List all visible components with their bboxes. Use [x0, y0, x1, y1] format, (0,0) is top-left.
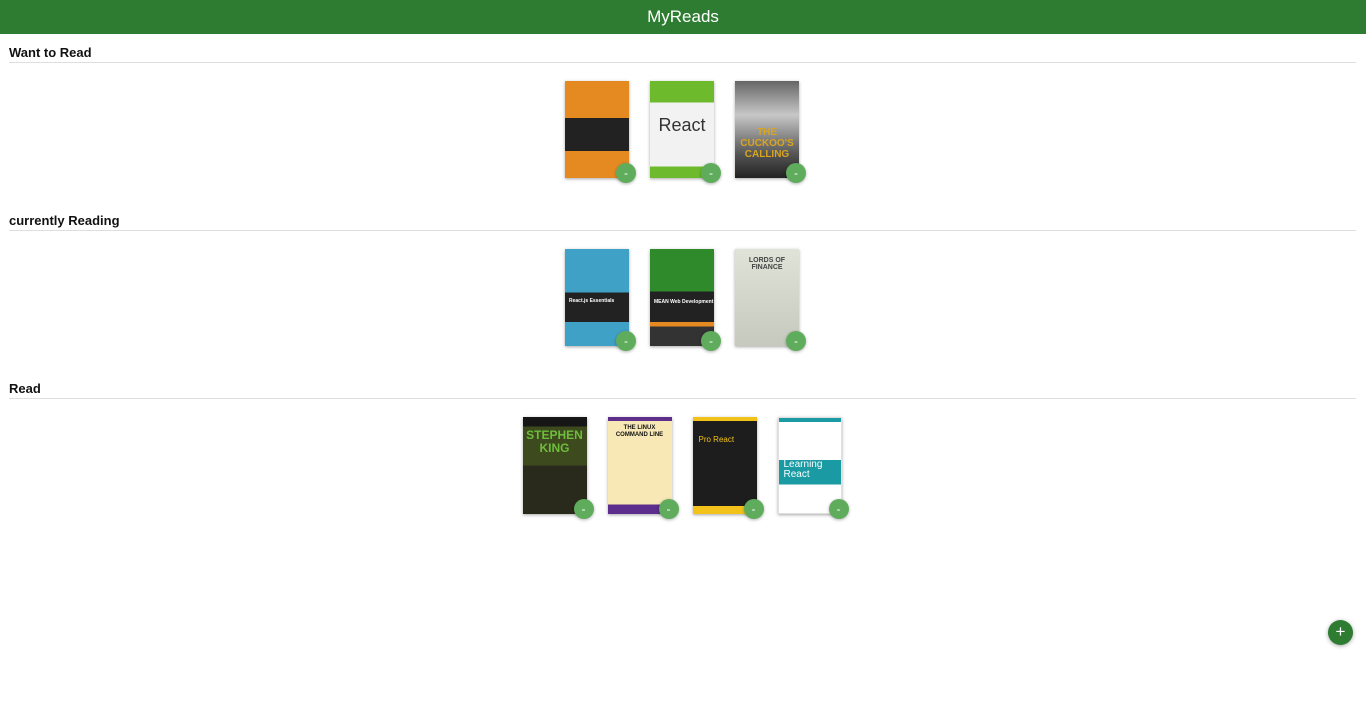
shelf-changer-button[interactable]: - [786, 163, 806, 183]
shelf-changer-button[interactable]: - [658, 499, 679, 519]
shelf-read: Read STEPHEN KING - THE LINUX COMMAND LI… [9, 381, 1356, 519]
book-item[interactable]: THE CUCKOO'S CALLING - [735, 81, 806, 183]
add-book-button[interactable]: + [1328, 620, 1353, 645]
book-item[interactable]: THE LINUX COMMAND LINE - [607, 417, 679, 519]
shelf-books: React.js Essentials - MEAN Web Developme… [9, 249, 1356, 351]
book-item[interactable]: Pro React - [692, 417, 764, 519]
shelf-changer-button[interactable]: - [701, 331, 721, 351]
book-item[interactable]: - [565, 81, 636, 183]
book-item[interactable]: Learning React - [777, 417, 849, 519]
shelf-changer-button[interactable]: - [616, 163, 636, 183]
book-cover[interactable]: THE LINUX COMMAND LINE [607, 417, 672, 514]
book-cover[interactable]: React [650, 81, 714, 178]
book-cover[interactable]: Pro React [692, 417, 757, 514]
app-title: MyReads [647, 7, 719, 26]
book-item[interactable]: LORDS OF FINANCE - [735, 249, 806, 351]
book-cover[interactable]: LORDS OF FINANCE [735, 249, 799, 346]
book-item[interactable]: React - [650, 81, 721, 183]
shelf-title: Want to Read [9, 45, 1356, 63]
shelf-changer-button[interactable]: - [743, 499, 764, 519]
shelf-changer-button[interactable]: - [701, 163, 721, 183]
shelf-want-to-read: Want to Read - React - THE CUCKOO'S CALL… [9, 45, 1356, 183]
shelf-title: Read [9, 381, 1356, 399]
book-cover[interactable]: MEAN Web Development [650, 249, 714, 346]
bookshelves: Want to Read - React - THE CUCKOO'S CALL… [0, 45, 1366, 519]
app-header: MyReads [0, 0, 1366, 34]
book-item[interactable]: STEPHEN KING - [522, 417, 594, 519]
shelf-changer-button[interactable]: - [616, 331, 636, 351]
shelf-changer-button[interactable]: - [786, 331, 806, 351]
shelf-currently-reading: currently Reading React.js Essentials - … [9, 213, 1356, 351]
book-cover[interactable]: React.js Essentials [565, 249, 629, 346]
book-cover[interactable] [565, 81, 629, 178]
shelf-changer-button[interactable]: - [573, 499, 594, 519]
book-item[interactable]: MEAN Web Development - [650, 249, 721, 351]
shelf-books: - React - THE CUCKOO'S CALLING - [9, 81, 1356, 183]
book-cover[interactable]: THE CUCKOO'S CALLING [735, 81, 799, 178]
shelf-books: STEPHEN KING - THE LINUX COMMAND LINE - … [9, 417, 1356, 519]
shelf-changer-button[interactable]: - [828, 499, 849, 519]
book-cover[interactable]: STEPHEN KING [522, 417, 587, 514]
shelf-title: currently Reading [9, 213, 1356, 231]
book-item[interactable]: React.js Essentials - [565, 249, 636, 351]
book-cover[interactable]: Learning React [777, 417, 842, 514]
